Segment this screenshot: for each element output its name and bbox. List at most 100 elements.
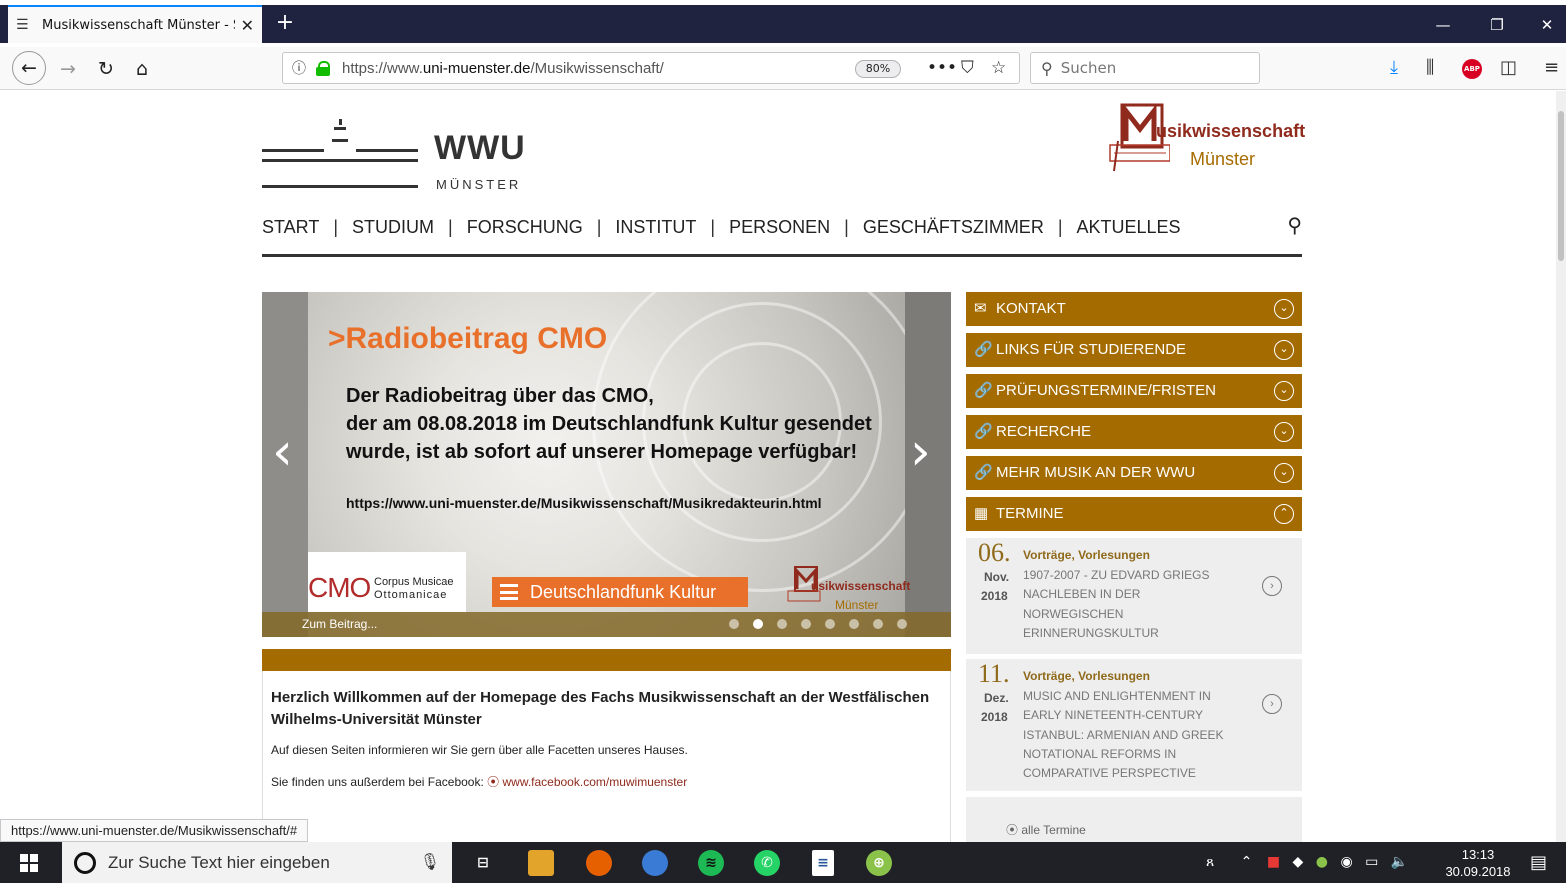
wwu-logo[interactable]: WWU MÜNSTER — [262, 105, 525, 192]
accordion-pruefungstermine[interactable]: 🔗 PRÜFUNGSTERMINE/FRISTEN ⌄ — [966, 374, 1302, 408]
nav-separator: | — [710, 217, 716, 237]
page-scrollbar[interactable] — [1556, 91, 1566, 842]
image-slider[interactable]: ‹ › >Radiobeitrag CMO Der Radiobeitrag ü… — [262, 292, 951, 637]
chevron-right-icon[interactable]: › — [1262, 576, 1282, 596]
expand-icon[interactable]: ⌄ — [1274, 299, 1294, 319]
nav-personen[interactable]: PERSONEN — [729, 217, 830, 238]
deutschlandfunk-logo: Deutschlandfunk Kultur — [492, 577, 748, 607]
slider-dot[interactable] — [729, 619, 739, 629]
expand-icon[interactable]: ⌄ — [1274, 381, 1294, 401]
slider-dot[interactable] — [801, 619, 811, 629]
tray-sync-icon[interactable]: ◉ — [1340, 854, 1352, 870]
slider-dot[interactable] — [753, 619, 763, 629]
battery-icon[interactable]: ▭ — [1365, 854, 1378, 870]
tab-bar: ☰ Musikwissenschaft Münster - S ✕ + — ❐ … — [0, 0, 1566, 47]
nav-aktuelles[interactable]: AKTUELLES — [1077, 217, 1181, 238]
event-year: 2018 — [981, 589, 1008, 603]
event-item[interactable]: 11. Dez. 2018 Vorträge, Vorlesungen MUSI… — [966, 659, 1302, 791]
restore-icon[interactable]: ❐ — [1474, 10, 1520, 40]
accordion-mehr-musik[interactable]: 🔗 MEHR MUSIK AN DER WWU ⌄ — [966, 456, 1302, 490]
pocket-icon[interactable]: ⛉ — [961, 58, 974, 78]
tray-app-icon[interactable]: ■ — [1267, 854, 1280, 870]
library-icon[interactable]: ⫼ — [1426, 58, 1434, 78]
minimize-icon[interactable]: — — [1420, 10, 1466, 40]
collapse-icon[interactable]: ⌃ — [1274, 504, 1294, 524]
expand-icon[interactable]: ⌄ — [1274, 463, 1294, 483]
reload-button[interactable]: ↻ — [90, 53, 122, 85]
url-bar[interactable]: ⓘ https://www.uni-muenster.de/Musikwisse… — [282, 52, 1020, 84]
file-explorer-icon[interactable] — [528, 850, 554, 876]
people-icon[interactable]: ጸ — [1206, 854, 1214, 870]
slider-next-icon[interactable]: › — [910, 422, 931, 482]
microphone-icon[interactable]: 🎙 — [420, 842, 440, 883]
volume-icon[interactable]: 🔈 — [1391, 854, 1408, 870]
menu-icon[interactable]: ≡ — [1544, 58, 1559, 78]
zoom-indicator[interactable]: 80% — [855, 60, 901, 78]
browser-tab[interactable]: ☰ Musikwissenschaft Münster - S ✕ — [8, 5, 262, 43]
back-button[interactable]: ← — [12, 51, 46, 85]
all-events-link[interactable]: ⦿ alle Termine — [966, 797, 1302, 842]
accordion-recherche[interactable]: 🔗 RECHERCHE ⌄ — [966, 415, 1302, 449]
sidebar-icon[interactable]: ◫ — [1500, 58, 1517, 78]
event-title[interactable]: 1907-2007 - ZU EDVARD GRIEGS NACHLEBEN I… — [1023, 566, 1233, 643]
expand-icon[interactable]: ⌄ — [1274, 340, 1294, 360]
logo-title: usikwissenschaft — [1156, 121, 1306, 141]
windows-start-icon[interactable] — [20, 854, 38, 872]
facebook-link[interactable]: ⦿ www.facebook.com/muwimuenster — [487, 775, 687, 789]
nav-start[interactable]: START — [262, 217, 319, 238]
page-actions-icon[interactable]: ••• — [927, 58, 957, 78]
lock-icon[interactable] — [316, 61, 330, 76]
show-hidden-icons[interactable]: ⌃ — [1241, 854, 1253, 870]
task-view-icon[interactable]: ⊟ — [470, 850, 496, 876]
tray-shield-icon[interactable]: ◆ — [1293, 854, 1304, 870]
forward-button[interactable]: → — [52, 53, 84, 85]
new-tab-button[interactable]: + — [270, 8, 300, 40]
search-input[interactable]: ⚲ Suchen — [1030, 52, 1260, 84]
spotify-icon[interactable]: ≋ — [698, 850, 724, 876]
slide-link[interactable]: https://www.uni-muenster.de/Musikwissens… — [346, 495, 822, 511]
home-button[interactable]: ⌂ — [126, 53, 158, 85]
close-tab-icon[interactable]: ✕ — [241, 16, 254, 35]
url-text[interactable]: https://www.uni-muenster.de/Musikwissens… — [342, 60, 664, 77]
event-item[interactable]: 06. Nov. 2018 Vorträge, Vorlesungen 1907… — [966, 538, 1302, 654]
event-category: Vorträge, Vorlesungen — [1023, 669, 1150, 683]
notifications-icon[interactable]: ▤ — [1530, 852, 1547, 873]
scrollbar-thumb[interactable] — [1558, 111, 1564, 261]
info-icon[interactable]: ⓘ — [292, 58, 308, 78]
app-icon[interactable] — [642, 850, 668, 876]
accordion-kontakt[interactable]: ✉ KONTAKT ⌄ — [966, 292, 1302, 326]
slider-dot[interactable] — [897, 619, 907, 629]
whatsapp-icon[interactable]: ✆ — [754, 850, 780, 876]
tray-green-icon[interactable]: ● — [1316, 854, 1328, 870]
adblock-icon[interactable]: ABP — [1462, 59, 1482, 79]
bookmark-star-icon[interactable]: ☆ — [991, 58, 1006, 78]
slider-dot[interactable] — [825, 619, 835, 629]
clock-date: 30.09.2018 — [1445, 864, 1511, 879]
accordion-links-studierende[interactable]: 🔗 LINKS FÜR STUDIERENDE ⌄ — [966, 333, 1302, 367]
welcome-divider — [262, 649, 951, 671]
musikwissenschaft-logo[interactable]: usikwissenschaft Münster — [1108, 101, 1308, 176]
firefox-icon[interactable] — [586, 850, 612, 876]
taskbar-clock[interactable]: 13:13 30.09.2018 — [1442, 846, 1514, 880]
nav-institut[interactable]: INSTITUT — [615, 217, 696, 238]
slide-heading: >Radiobeitrag CMO — [328, 322, 608, 355]
nav-studium[interactable]: STUDIUM — [352, 217, 434, 238]
site-search-icon[interactable]: ⚲ — [1287, 213, 1302, 238]
slider-dot[interactable] — [873, 619, 883, 629]
slider-prev-icon[interactable]: ‹ — [272, 422, 293, 482]
expand-icon[interactable]: ⌄ — [1274, 422, 1294, 442]
slider-dot[interactable] — [777, 619, 787, 629]
taskbar-search-input[interactable]: Zur Suche Text hier eingeben 🎙 — [62, 842, 452, 883]
slider-dot[interactable] — [849, 619, 859, 629]
accordion-termine[interactable]: ▦ TERMINE ⌃ — [966, 497, 1302, 531]
link-icon: 🔗 — [974, 382, 993, 399]
nav-forschung[interactable]: FORSCHUNG — [467, 217, 583, 238]
nav-geschaeftszimmer[interactable]: GESCHÄFTSZIMMER — [863, 217, 1044, 238]
search-icon: ⚲ — [1041, 58, 1053, 78]
event-title[interactable]: MUSIC AND ENLIGHTENMENT IN EARLY NINETEE… — [1023, 687, 1233, 783]
downloads-icon[interactable]: ⤓ — [1390, 58, 1398, 78]
close-window-icon[interactable]: ✕ — [1524, 10, 1566, 40]
app-green-icon[interactable]: ⊕ — [866, 850, 892, 876]
chevron-right-icon[interactable]: › — [1262, 694, 1282, 714]
document-icon[interactable]: ≡ — [812, 850, 834, 876]
